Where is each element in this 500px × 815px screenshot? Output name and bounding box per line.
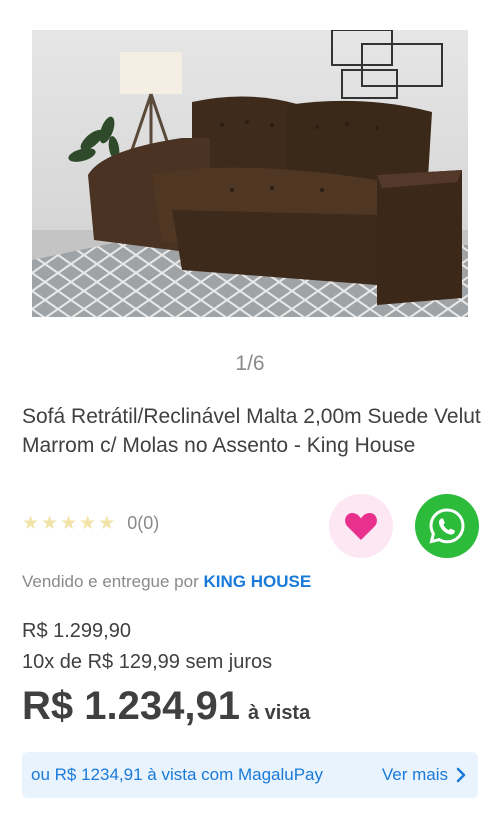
rating-count: 0(0) (127, 513, 160, 533)
magalupay-banner[interactable]: ou R$ 1234,91 à vista com MagaluPay Ver … (22, 752, 478, 798)
original-price: R$ 1.299,90 (22, 620, 131, 642)
price-value: R$ 1.234,91 (22, 684, 240, 728)
star-icon: ★ (41, 512, 59, 534)
price-suffix: à vista (247, 702, 311, 724)
star-icon: ★ (79, 512, 97, 534)
star-icon: ★ (60, 512, 78, 534)
whatsapp-share-button[interactable] (415, 494, 479, 558)
heart-icon (345, 513, 377, 540)
magalupay-text: ou R$ 1234,91 à vista com MagaluPay (31, 765, 324, 784)
seller-prefix: Vendido e entregue por (22, 572, 199, 591)
image-counter: 1/6 (235, 352, 265, 375)
sofa-photo (32, 30, 468, 317)
see-more-link[interactable]: Ver mais (382, 765, 466, 785)
favorite-button[interactable] (329, 494, 393, 558)
seller-info: Vendido e entregue por KING HOUSE (22, 572, 311, 592)
rating-stars: ★ ★ ★ ★ ★ (22, 512, 116, 534)
chevron-right-icon (456, 767, 466, 783)
see-more-label: Ver mais (381, 765, 448, 784)
product-image[interactable] (32, 30, 468, 317)
installments: 10x de R$ 129,99 sem juros (22, 651, 273, 673)
star-icon: ★ (22, 512, 40, 534)
whatsapp-icon (429, 508, 465, 544)
price: R$ 1.234,91 à vista (22, 684, 310, 729)
rating[interactable]: ★ ★ ★ ★ ★ 0(0) (22, 513, 159, 534)
product-title: Sofá Retrátil/Reclinável Malta 2,00m Sue… (22, 405, 481, 457)
star-icon: ★ (98, 512, 116, 534)
seller-link[interactable]: KING HOUSE (204, 572, 312, 591)
